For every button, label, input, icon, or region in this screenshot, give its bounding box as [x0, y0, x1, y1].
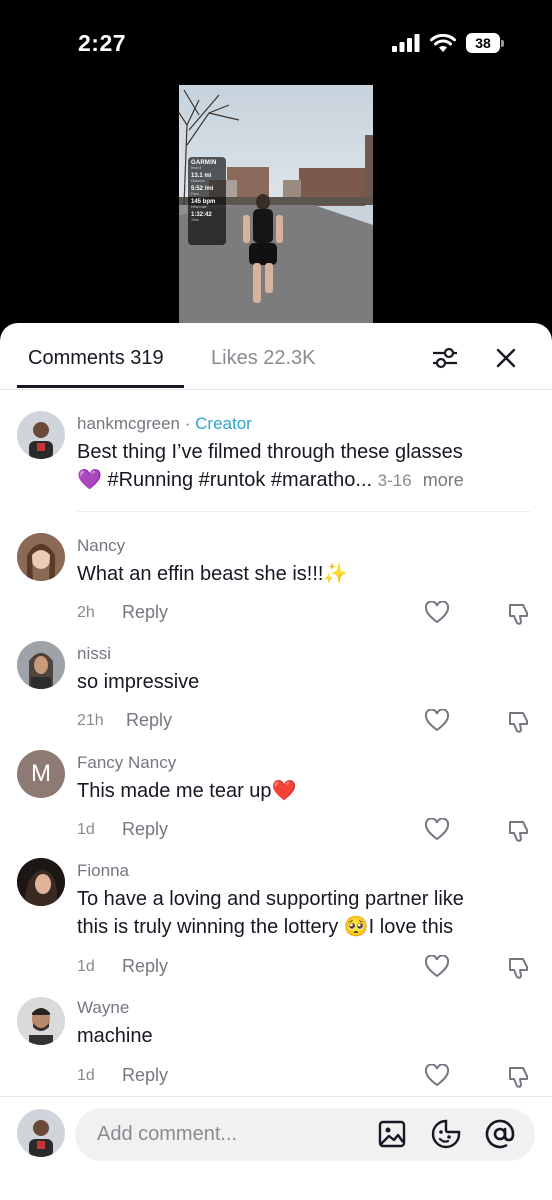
status-bar: 2:27 38: [0, 0, 552, 70]
overlay-sub: fenix 8: [191, 166, 202, 170]
more-link[interactable]: more: [423, 470, 464, 490]
my-avatar: [17, 1109, 65, 1157]
reply-button[interactable]: Reply: [122, 1065, 168, 1086]
comment-text: so impressive: [77, 671, 200, 693]
status-icons: 38: [392, 33, 504, 53]
comments-sheet: Comments 319 Likes 22.3K hankmcgreen · C…: [0, 323, 552, 1200]
separator: ·: [180, 414, 196, 433]
overlay-stat-label: Time: [191, 218, 199, 222]
avatar[interactable]: [17, 997, 65, 1045]
status-time: 2:27: [78, 30, 127, 56]
comment-line: this is truly winning the lottery 🥺I lov…: [77, 916, 454, 938]
comment-username[interactable]: hankmcgreen · Creator: [77, 414, 252, 434]
comment-time: 1d: [77, 1067, 95, 1084]
comment-line: To have a loving and supporting partner …: [77, 888, 464, 910]
overlay-stat-label: Distance: [191, 179, 205, 183]
watch-stats-overlay: GARMIN fenix 8 13.1 mi Distance 5:52 /mi…: [188, 157, 226, 245]
comment-line: 💜 #Running #runtok #maratho... 3-16 more: [77, 466, 464, 495]
comment-time: 1d: [77, 821, 95, 838]
close-icon: [496, 348, 516, 368]
tab-likes[interactable]: Likes 22.3K: [211, 347, 316, 370]
dislike-icon[interactable]: [506, 709, 532, 735]
heart-icon[interactable]: [424, 955, 450, 979]
signal-icon: [392, 34, 420, 52]
comment-text: This made me tear up❤️: [77, 780, 297, 802]
comment-line: Best thing I’ve filmed through these gla…: [77, 441, 463, 463]
heart-icon[interactable]: [424, 601, 450, 625]
comment-username[interactable]: Wayne: [77, 998, 129, 1018]
battery-level: 38: [466, 33, 500, 53]
avatar-letter: M: [31, 760, 51, 787]
comment-time: 21h: [77, 712, 104, 729]
avatar[interactable]: [17, 411, 65, 459]
hashtags[interactable]: #Running #runtok #maratho...: [102, 469, 372, 491]
image-icon[interactable]: [378, 1120, 406, 1148]
divider: [77, 511, 530, 512]
comment-time: 2h: [77, 604, 95, 621]
comment-time: 1d: [77, 958, 95, 975]
username-text[interactable]: hankmcgreen: [77, 414, 180, 433]
dislike-icon[interactable]: [506, 955, 532, 981]
dislike-icon[interactable]: [506, 601, 532, 627]
wifi-icon: [430, 33, 456, 52]
reply-button[interactable]: Reply: [122, 602, 168, 623]
heart-icon[interactable]: [424, 1064, 450, 1088]
comment-username[interactable]: Fionna: [77, 861, 129, 881]
avatar[interactable]: M: [17, 750, 65, 798]
reply-button[interactable]: Reply: [122, 819, 168, 840]
avatar[interactable]: [17, 858, 65, 906]
avatar[interactable]: [17, 641, 65, 689]
emoji: 💜: [77, 469, 102, 491]
comment-username[interactable]: nissi: [77, 644, 111, 664]
dislike-icon[interactable]: [506, 1064, 532, 1090]
overlay-stat-label: Heart rate: [191, 205, 207, 209]
comment-input-placeholder: Add comment...: [97, 1123, 238, 1145]
reply-button[interactable]: Reply: [126, 710, 172, 731]
filter-button[interactable]: [430, 343, 460, 373]
mention-icon[interactable]: [485, 1119, 515, 1149]
overlay-stat-label: Pace: [191, 192, 199, 196]
comment-text: What an effin beast she is!!!✨: [77, 563, 349, 585]
comment-username[interactable]: Nancy: [77, 536, 125, 556]
dislike-icon[interactable]: [506, 818, 532, 844]
comment-input-bar: Add comment...: [0, 1096, 552, 1200]
comment-date: 3-16: [377, 471, 412, 490]
tab-bar: Comments 319 Likes 22.3K: [0, 323, 552, 390]
tab-comments[interactable]: Comments 319: [28, 347, 164, 370]
comment-text: machine: [77, 1025, 153, 1047]
video-preview[interactable]: GARMIN fenix 8 13.1 mi Distance 5:52 /mi…: [179, 85, 373, 325]
comment-username[interactable]: Fancy Nancy: [77, 753, 176, 773]
avatar[interactable]: [17, 533, 65, 581]
creator-badge: Creator: [195, 414, 252, 433]
filter-icon: [433, 347, 457, 369]
active-tab-indicator: [17, 385, 184, 388]
heart-icon[interactable]: [424, 709, 450, 733]
reply-button[interactable]: Reply: [122, 956, 168, 977]
comment-text: To have a loving and supporting partner …: [77, 885, 464, 941]
heart-icon[interactable]: [424, 818, 450, 842]
close-button[interactable]: [491, 343, 521, 373]
battery-icon: 38: [466, 33, 504, 53]
comment-text: Best thing I’ve filmed through these gla…: [77, 438, 464, 495]
sticker-icon[interactable]: [431, 1119, 461, 1149]
comment-input[interactable]: Add comment...: [75, 1108, 535, 1161]
